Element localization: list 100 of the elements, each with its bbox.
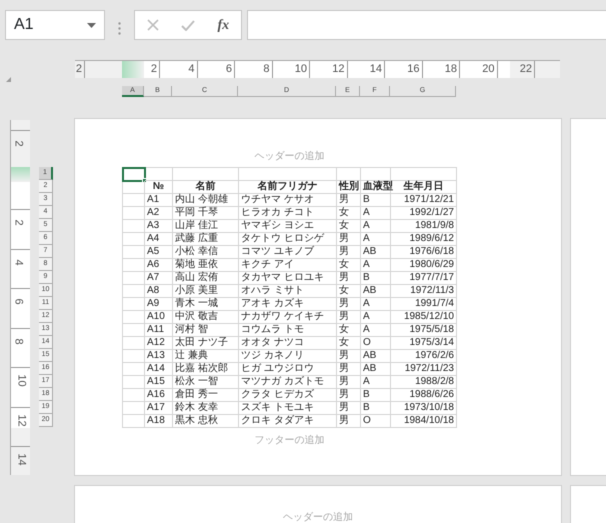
table-cell: 男 <box>337 311 361 324</box>
table-cell: 倉田 秀一 <box>173 389 239 402</box>
table-cell: A <box>361 220 391 233</box>
table-cell: 平岡 千琴 <box>173 207 239 220</box>
table-cell: 男 <box>337 194 361 207</box>
table-cell: キクチ アイ <box>239 259 337 272</box>
table-cell: 女 <box>337 324 361 337</box>
ruler-label: 14 <box>16 453 27 466</box>
table-cell: 1980/6/29 <box>391 259 457 272</box>
grip-icon[interactable] <box>118 22 121 35</box>
column-heading: № <box>145 181 173 194</box>
ruler-label: 8 <box>263 63 270 75</box>
table-cell: AB <box>361 246 391 259</box>
table-cell: ツジ カネノリ <box>239 350 337 363</box>
table-cell: O <box>361 337 391 350</box>
table-cell: 武藤 広重 <box>173 233 239 246</box>
table-cell: コマツ ユキノブ <box>239 246 337 259</box>
table-cell: B <box>361 272 391 285</box>
ruler-label: 10 <box>16 374 27 387</box>
table-cell: 男 <box>337 272 361 285</box>
ruler-label: 16 <box>407 63 420 75</box>
table-cell: A <box>361 376 391 389</box>
table-cell: 1975/3/14 <box>391 337 457 350</box>
table-cell: 松永 一智 <box>173 376 239 389</box>
table-cell: タカヤマ ヒロユキ <box>239 272 337 285</box>
table-cell: 1991/7/4 <box>391 298 457 311</box>
ruler-label: 2 <box>12 219 24 226</box>
table-cell: マツナガ カズトモ <box>239 376 337 389</box>
table-cell: 中沢 敬吉 <box>173 311 239 324</box>
table-cell: 小松 幸信 <box>173 246 239 259</box>
table-cell: A9 <box>145 298 173 311</box>
table-cell: A7 <box>145 272 173 285</box>
column-heading: 名前 <box>173 181 239 194</box>
table-cell: ヒラオカ チコト <box>239 207 337 220</box>
ruler-label: 8 <box>12 338 24 344</box>
table-cell: A4 <box>145 233 173 246</box>
check-icon <box>180 20 195 30</box>
table-cell: スズキ トモユキ <box>239 402 337 415</box>
table-cell: 1971/12/21 <box>391 194 457 207</box>
table-cell: A5 <box>145 246 173 259</box>
table-cell: B <box>361 389 391 402</box>
ruler-label: 14 <box>370 63 382 75</box>
table-cell: ヒガ ユウジロウ <box>239 363 337 376</box>
name-box[interactable]: A1 <box>5 10 105 40</box>
table-cell: 青木 一城 <box>173 298 239 311</box>
table-cell: オオタ ナツコ <box>239 337 337 350</box>
column-heading: 性別 <box>337 181 361 194</box>
table-cell: コウムラ トモ <box>239 324 337 337</box>
ruler-label: 4 <box>188 63 194 75</box>
table-cell: 女 <box>337 285 361 298</box>
table-cell: 女 <box>337 337 361 350</box>
table-cell: A16 <box>145 389 173 402</box>
cell-reference: A1 <box>14 15 34 35</box>
ruler-label: 2 <box>12 140 24 147</box>
ruler-label: 4 <box>12 258 24 266</box>
table-cell: 1977/7/17 <box>391 272 457 285</box>
ruler-label: 22 <box>520 63 532 75</box>
ruler-label: 12 <box>332 63 344 75</box>
table-cell: AB <box>361 350 391 363</box>
table-cell: A2 <box>145 207 173 220</box>
formula-input[interactable] <box>247 10 606 40</box>
table-cell: 黒木 忠秋 <box>173 415 239 428</box>
table-cell: オハラ ミサト <box>239 285 337 298</box>
table-cell: B <box>361 194 391 207</box>
table-cell: A8 <box>145 285 173 298</box>
table-cell: A6 <box>145 259 173 272</box>
table-cell: A <box>361 298 391 311</box>
ruler-label: 2 <box>150 63 157 75</box>
table-cell: 男 <box>337 389 361 402</box>
table-cell: 1984/10/18 <box>391 415 457 428</box>
table-cell: 1981/9/8 <box>391 220 457 233</box>
table-cell: AB <box>361 285 391 298</box>
table-cell: A13 <box>145 350 173 363</box>
table-cell: A15 <box>145 376 173 389</box>
table-cell: 男 <box>337 298 361 311</box>
select-all-icon[interactable] <box>6 77 11 82</box>
ruler-label: 12 <box>16 414 27 426</box>
ruler-label: 20 <box>482 63 494 75</box>
table-cell: 太田 ナツ子 <box>173 337 239 350</box>
table-cell: A3 <box>145 220 173 233</box>
table-cell: 高山 宏侑 <box>173 272 239 285</box>
table-cell: A12 <box>145 337 173 350</box>
table-cell: A <box>361 324 391 337</box>
table-cell: 辻 兼典 <box>173 350 239 363</box>
dropdown-caret-icon[interactable] <box>87 22 96 28</box>
table-cell: AB <box>361 363 391 376</box>
table-cell: A11 <box>145 324 173 337</box>
table-cell: A <box>361 311 391 324</box>
table-cell: A <box>361 207 391 220</box>
table-cell: O <box>361 415 391 428</box>
table-cell: タケトウ ヒロシゲ <box>239 233 337 246</box>
table-cell: 女 <box>337 259 361 272</box>
table-cell: A <box>361 259 391 272</box>
table-cell: クロキ タダアキ <box>239 415 337 428</box>
table-cell: 比嘉 祐次郎 <box>173 363 239 376</box>
table-cell: A14 <box>145 363 173 376</box>
column-heading: 名前フリガナ <box>239 181 337 194</box>
active-cell[interactable] <box>123 168 145 181</box>
table-cell: A10 <box>145 311 173 324</box>
table-cell: 河村 智 <box>173 324 239 337</box>
